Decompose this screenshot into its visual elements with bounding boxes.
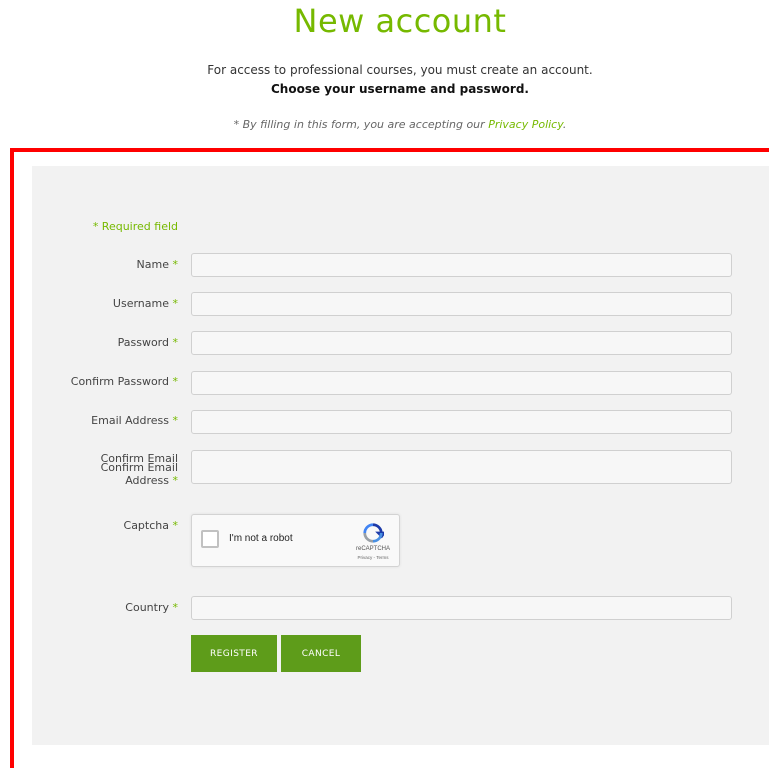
privacy-note: * By filling in this form, you are accep… [0,118,769,131]
privacy-policy-link[interactable]: Privacy Policy [488,118,563,131]
recaptcha-brand: reCAPTCHA [355,546,390,552]
email-input[interactable] [191,410,732,434]
confirm-email-label: Confirm Email Confirm Email Address * [32,453,179,487]
required-field-note: * Required field [92,220,178,233]
recaptcha-checkbox-label: I'm not a robot [229,533,293,544]
cancel-button[interactable]: CANCEL [281,635,361,672]
confirm-password-label-text: Confirm Password [70,375,169,388]
recaptcha-checkbox[interactable] [201,530,219,548]
confirm-email-input[interactable] [191,450,732,484]
required-star: * [172,375,179,388]
intro-text: For access to professional courses, you … [207,63,593,77]
captcha-label: Captcha * [32,520,178,532]
required-star: * [172,297,179,310]
password-input[interactable] [191,331,732,355]
privacy-suffix: . [562,118,567,131]
captcha-label-text: Captcha [123,519,169,532]
privacy-prefix: * By filling in this form, you are accep… [233,118,489,131]
confirm-email-label-line3: Address [125,474,169,487]
required-star: * [172,474,179,487]
required-star: * [172,601,179,614]
name-label: Name * [32,259,178,271]
name-label-text: Name [136,258,169,271]
password-label: Password * [32,337,178,349]
confirm-password-label: Confirm Password * [32,376,178,388]
register-button[interactable]: REGISTER [191,635,277,672]
country-input[interactable] [191,596,732,620]
required-star: * [172,258,179,271]
country-label-text: Country [125,601,169,614]
intro-instruction: Choose your username and password. [271,82,529,96]
registration-form: * Required field Name * Username * Passw… [32,166,769,745]
recaptcha-privacy-terms[interactable]: Privacy - Terms [348,555,398,560]
username-input[interactable] [191,292,732,316]
confirm-password-input[interactable] [191,371,732,395]
required-star: * [172,519,179,532]
recaptcha-logo-icon [363,523,384,543]
page-title: New account [293,2,507,40]
country-label: Country * [32,602,178,614]
email-label-text: Email Address [91,414,169,427]
required-star: * [172,336,179,349]
confirm-email-label-line2: Confirm Email [100,461,178,474]
email-label: Email Address * [32,415,178,427]
name-input[interactable] [191,253,732,277]
recaptcha-widget: I'm not a robot reCAPTCHA Privacy - Term… [191,514,400,567]
required-star: * [172,414,179,427]
username-label: Username * [32,298,178,310]
password-label-text: Password [117,336,169,349]
confirm-email-label-line3-wrap: Address * [32,474,179,487]
username-label-text: Username [112,297,169,310]
